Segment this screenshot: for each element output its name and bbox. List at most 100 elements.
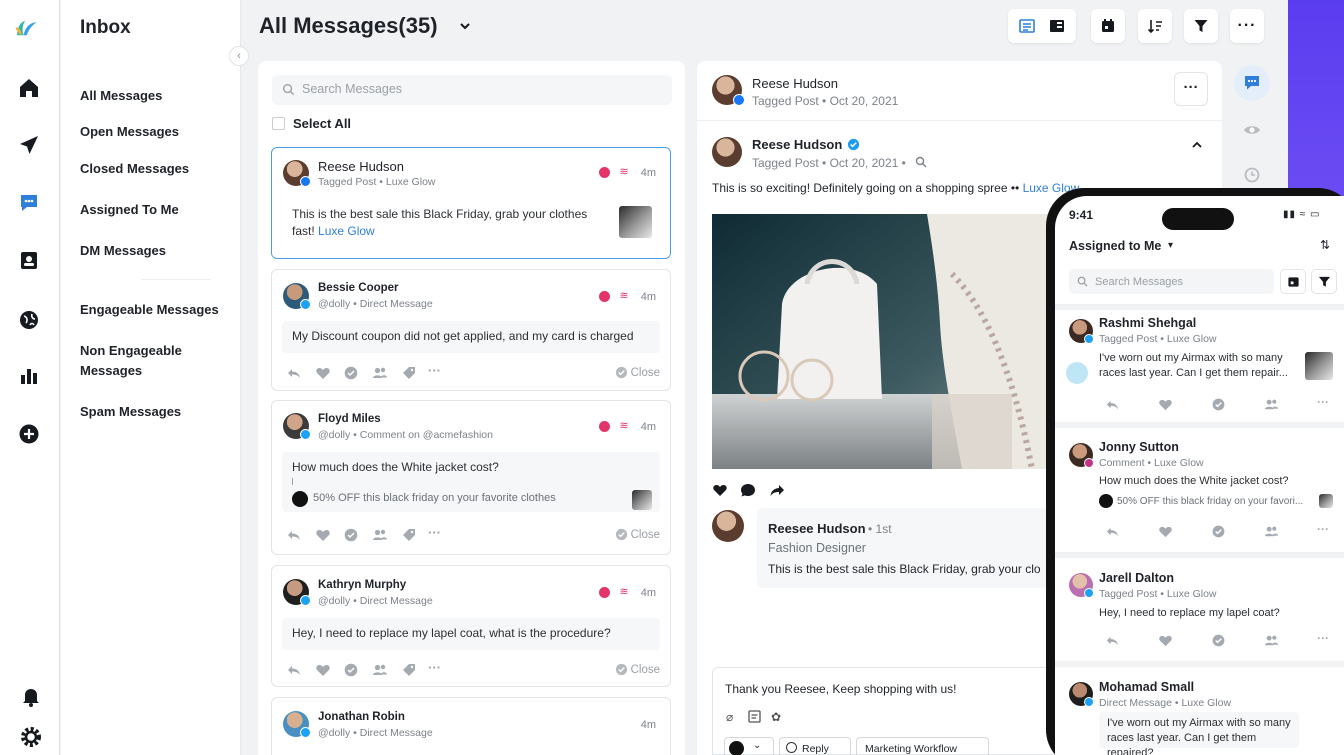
more-options-button[interactable]: ··· (1230, 9, 1264, 43)
reply-mode-button[interactable]: Reply (779, 737, 851, 755)
mobile-search-input[interactable]: Search Messages (1069, 269, 1274, 294)
mobile-filter-button[interactable] (1311, 269, 1337, 294)
caret-down-icon[interactable]: ▾ (1168, 240, 1173, 251)
nav-dm-messages[interactable]: DM Messages (80, 241, 230, 261)
sort-button[interactable] (1138, 9, 1172, 43)
more-horizontal-icon[interactable]: ··· (1317, 632, 1332, 648)
conversation-tab[interactable] (1234, 65, 1270, 101)
comment-icon[interactable] (343, 365, 359, 381)
close-button[interactable]: Close (615, 366, 660, 379)
reply-icon[interactable] (1105, 524, 1120, 539)
more-horizontal-icon[interactable]: ··· (1317, 523, 1332, 539)
tag-icon[interactable] (401, 527, 417, 543)
clock-icon[interactable] (1243, 165, 1261, 183)
message-card[interactable]: Jonathan Robin @dolly • Direct Message 4… (271, 697, 671, 755)
nav-non-engageable-messages[interactable]: Non Engageable Messages (80, 341, 210, 381)
template-icon[interactable] (748, 710, 761, 723)
reply-text[interactable]: Thank you Reesee, Keep shopping with us! (725, 682, 956, 696)
bell-icon[interactable] (19, 684, 39, 707)
comment-icon[interactable] (1211, 397, 1226, 412)
comment-icon[interactable] (1211, 524, 1226, 539)
comment-icon[interactable] (1211, 633, 1226, 648)
more-horizontal-icon[interactable]: ··· (428, 364, 444, 381)
chevron-down-icon[interactable] (458, 19, 472, 33)
messages-icon[interactable] (17, 191, 41, 215)
assign-icon[interactable] (1264, 397, 1279, 412)
mention-link[interactable]: Luxe Glow (318, 224, 375, 238)
detail-more-button[interactable]: ··· (1174, 72, 1208, 106)
analytics-icon[interactable] (17, 364, 41, 388)
chevron-up-icon[interactable] (1190, 138, 1204, 152)
attachment-thumbnail[interactable] (632, 490, 652, 510)
like-icon[interactable] (712, 482, 728, 498)
reply-icon[interactable] (286, 527, 302, 543)
tag-icon[interactable] (401, 365, 417, 381)
post-image[interactable] (712, 214, 1052, 469)
tasks-icon[interactable] (17, 248, 41, 272)
message-text: How much does the White jacket cost? (292, 460, 499, 474)
mobile-title[interactable]: Assigned to Me (1069, 239, 1161, 253)
mobile-calendar-button[interactable] (1280, 269, 1306, 294)
assign-icon[interactable] (372, 662, 388, 678)
detail-meta: Tagged Post • Oct 20, 2021 (752, 94, 899, 108)
tag-icon[interactable] (401, 662, 417, 678)
reply-icon[interactable] (286, 662, 302, 678)
message-card[interactable]: Reese Hudson Tagged Post • Luxe Glow ≋ 4… (271, 147, 671, 259)
like-icon[interactable] (1158, 633, 1173, 648)
sort-icon[interactable]: ⇅ (1320, 238, 1330, 252)
comment-icon[interactable] (343, 662, 359, 678)
settings-icon[interactable] (19, 725, 41, 747)
close-button[interactable]: Close (615, 528, 660, 541)
nav-all-messages[interactable]: All Messages (80, 86, 230, 106)
list-view-icon[interactable] (1019, 18, 1035, 34)
home-icon[interactable] (17, 76, 41, 100)
split-view-icon[interactable] (1049, 18, 1065, 34)
add-icon[interactable] (17, 422, 41, 446)
assign-icon[interactable] (372, 527, 388, 543)
like-icon[interactable] (315, 527, 331, 543)
send-icon[interactable] (17, 133, 41, 157)
more-horizontal-icon[interactable]: ··· (428, 526, 444, 543)
reply-icon[interactable] (1105, 397, 1120, 412)
more-horizontal-icon[interactable]: ··· (1317, 396, 1332, 412)
search-input[interactable]: Search Messages (272, 75, 672, 105)
separator (1055, 552, 1344, 558)
select-all-checkbox[interactable] (272, 117, 285, 130)
attachment-thumbnail[interactable] (1319, 494, 1333, 508)
reply-icon[interactable] (286, 365, 302, 381)
nav-spam-messages[interactable]: Spam Messages (80, 402, 230, 422)
like-icon[interactable] (315, 662, 331, 678)
message-card[interactable]: Bessie Cooper @dolly • Direct Message ≋ … (271, 269, 671, 391)
attachment-icon[interactable]: ⌀ (726, 710, 733, 724)
sprout-icon[interactable]: ✿ (771, 710, 781, 724)
assign-icon[interactable] (372, 365, 388, 381)
eye-icon[interactable] (1243, 121, 1261, 139)
calendar-button[interactable] (1091, 9, 1125, 43)
attachment-thumbnail[interactable] (1305, 352, 1333, 380)
assign-icon[interactable] (1264, 524, 1279, 539)
comment-icon[interactable] (343, 527, 359, 543)
select-all[interactable]: Select All (272, 116, 351, 131)
nav-open-messages[interactable]: Open Messages (80, 122, 230, 142)
like-icon[interactable] (315, 365, 331, 381)
close-button[interactable]: Close (615, 663, 660, 676)
profile-selector[interactable]: ⌄ (724, 737, 774, 755)
nav-engageable-messages[interactable]: Engageable Messages (80, 300, 230, 320)
workflow-button[interactable]: Marketing Workflow (856, 737, 989, 755)
like-icon[interactable] (1158, 397, 1173, 412)
like-icon[interactable] (1158, 524, 1173, 539)
message-card[interactable]: Kathryn Murphy @dolly • Direct Message ≋… (271, 565, 671, 687)
reply-icon[interactable] (1105, 633, 1120, 648)
nav-assigned-to-me[interactable]: Assigned To Me (80, 200, 230, 220)
collapse-nav-button[interactable]: ‹ (229, 46, 249, 66)
more-horizontal-icon[interactable]: ··· (428, 661, 444, 678)
message-card[interactable]: Floyd Miles @dolly • Comment on @acmefas… (271, 400, 671, 555)
reply-composer[interactable]: Thank you Reesee, Keep shopping with us!… (712, 667, 1072, 755)
comment-icon[interactable] (740, 482, 756, 498)
assign-icon[interactable] (1264, 633, 1279, 648)
globe-icon[interactable] (17, 308, 41, 332)
share-icon[interactable] (769, 482, 785, 498)
nav-closed-messages[interactable]: Closed Messages (80, 159, 230, 179)
attachment-thumbnail[interactable] (619, 206, 652, 238)
filter-button[interactable] (1184, 9, 1218, 43)
